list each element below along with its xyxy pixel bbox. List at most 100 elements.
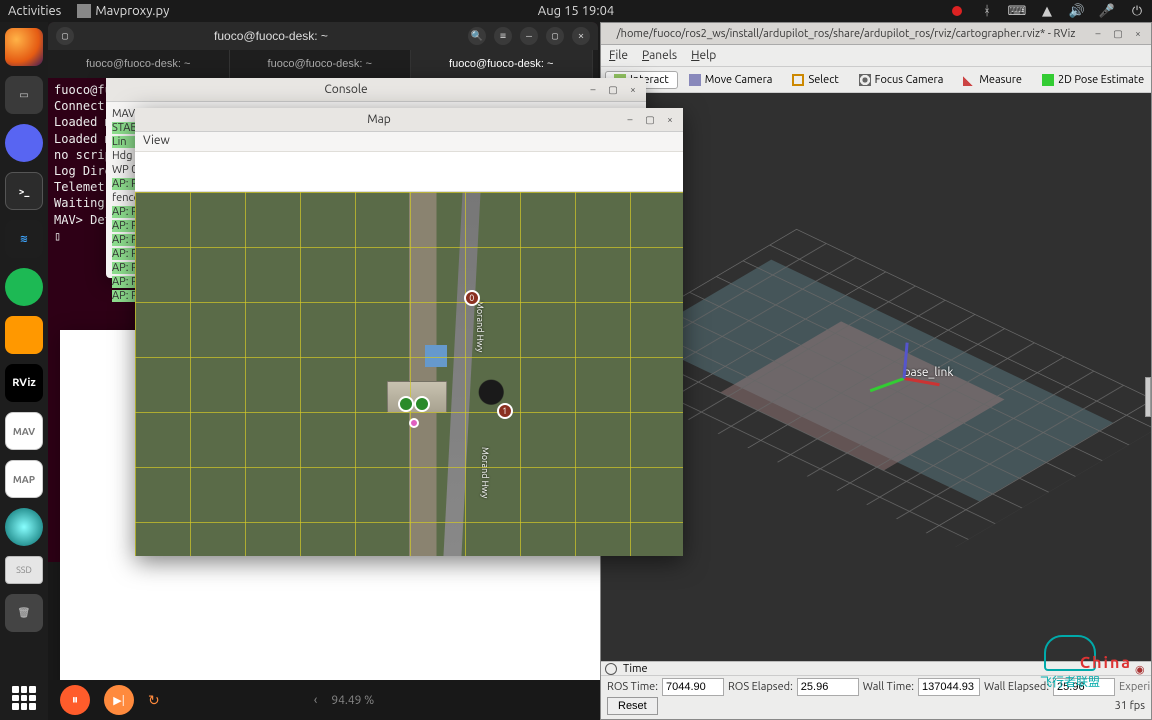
maximize-button[interactable]: ▢: [643, 113, 657, 127]
time-panel-title: Time: [623, 663, 648, 675]
menu-file[interactable]: File: [609, 49, 628, 62]
close-button[interactable]: ×: [626, 83, 640, 97]
dock-spotify[interactable]: [5, 268, 43, 306]
rviz-titlebar[interactable]: /home/fuoco/ros2_ws/install/ardupilot_ro…: [601, 23, 1151, 45]
minimize-button[interactable]: –: [520, 27, 538, 45]
dock-ssd[interactable]: SSD: [5, 556, 43, 584]
map-title: Map: [141, 113, 617, 126]
experimental-label: Experimental: [1119, 681, 1151, 693]
close-button[interactable]: ×: [1131, 27, 1145, 41]
volume-icon[interactable]: 🔊: [1070, 4, 1084, 18]
dock-discord[interactable]: [5, 124, 43, 162]
building: [425, 345, 447, 367]
activities-button[interactable]: Activities: [8, 4, 61, 18]
tool-2d-pose-estimate[interactable]: 2D Pose Estimate: [1033, 71, 1151, 89]
maximize-button[interactable]: ▢: [546, 27, 564, 45]
terminal-tab[interactable]: fuoco@fuoco-desk: ~: [411, 50, 593, 78]
terminal-tab[interactable]: fuoco@fuoco-desk: ~: [230, 50, 412, 78]
bluetooth-icon[interactable]: ᚼ: [980, 4, 994, 18]
reset-button[interactable]: Reset: [607, 697, 658, 715]
clock[interactable]: Aug 15 19:04: [538, 4, 615, 18]
wall-elapsed-label: Wall Elapsed:: [984, 681, 1049, 693]
satellite-imagery: [135, 192, 683, 556]
rviz-title-text: /home/fuoco/ros2_ws/install/ardupilot_ro…: [607, 28, 1085, 40]
menu-view[interactable]: View: [143, 134, 170, 147]
map-titlebar[interactable]: Map – ▢ ×: [135, 108, 683, 132]
new-tab-button[interactable]: ▢: [56, 27, 74, 45]
dock-rviz[interactable]: RViz: [5, 364, 43, 402]
minimize-button[interactable]: –: [586, 83, 600, 97]
network-icon[interactable]: ▲: [1040, 4, 1054, 18]
terminal-tab[interactable]: fuoco@fuoco-desk: ~: [48, 50, 230, 78]
map-canvas[interactable]: Morand Hwy Morand Hwy 01: [135, 192, 683, 556]
menu-panels[interactable]: Panels: [642, 49, 677, 62]
waypoint-marker[interactable]: [409, 418, 419, 428]
close-button[interactable]: ×: [572, 27, 590, 45]
gnome-top-bar: Activities Mavproxy.py Aug 15 19:04 ᚼ ⌨ …: [0, 0, 1152, 22]
wall-elapsed-field[interactable]: [1053, 678, 1115, 696]
console-titlebar[interactable]: Console – ▢ ×: [106, 78, 646, 102]
console-title: Console: [112, 83, 580, 96]
move-camera-icon: [689, 74, 701, 86]
waypoint-marker[interactable]: 0: [464, 290, 480, 306]
menu-help[interactable]: Help: [691, 49, 716, 62]
road-label: Morand Hwy: [480, 447, 490, 498]
rviz-toolbar: Interact Move Camera Select Focus Camera…: [601, 67, 1151, 93]
ros-time-field[interactable]: [662, 678, 724, 696]
current-app[interactable]: Mavproxy.py: [77, 4, 169, 19]
chevron-left-icon[interactable]: ‹: [314, 693, 318, 707]
dock-vscode[interactable]: ≋: [5, 220, 43, 258]
panel-handle[interactable]: [1145, 377, 1151, 417]
mic-icon[interactable]: 🎤: [1100, 4, 1114, 18]
select-icon: [792, 74, 804, 86]
wall-time-field[interactable]: [918, 678, 980, 696]
waypoint-marker[interactable]: 1: [497, 403, 513, 419]
tool-focus-camera[interactable]: Focus Camera: [850, 71, 953, 89]
close-panel-icon[interactable]: ◉: [1135, 663, 1147, 675]
map-window[interactable]: Map – ▢ × View Morand Hwy Morand Hwy 01: [135, 108, 683, 556]
loop-button[interactable]: ↻: [148, 692, 160, 709]
ros-elapsed-label: ROS Elapsed:: [728, 681, 793, 693]
rviz-3d-view[interactable]: base_link: [601, 93, 1151, 661]
dock-mav-map[interactable]: MAP: [5, 460, 43, 498]
terminal-titlebar[interactable]: ▢ fuoco@fuoco-desk: ~ 🔍 ≡ – ▢ ×: [48, 22, 598, 50]
search-icon[interactable]: 🔍: [468, 27, 486, 45]
tool-measure[interactable]: Measure: [954, 71, 1031, 89]
progress-percent: 94.49 %: [331, 694, 374, 707]
ros-elapsed-field[interactable]: [797, 678, 859, 696]
dock-files[interactable]: ▭: [5, 76, 43, 114]
wall-time-label: Wall Time:: [863, 681, 914, 693]
frame-label: base_link: [904, 366, 954, 379]
next-track-button[interactable]: ▶|: [104, 685, 134, 715]
keyboard-layout-icon[interactable]: ⌨: [1010, 4, 1024, 18]
pose-estimate-icon: [1042, 74, 1054, 86]
rviz-menubar: File Panels Help: [601, 45, 1151, 67]
menu-icon[interactable]: ≡: [494, 27, 512, 45]
maximize-button[interactable]: ▢: [1111, 27, 1125, 41]
tool-select[interactable]: Select: [783, 71, 847, 89]
tabs-dropdown[interactable]: ⌄: [593, 50, 599, 78]
show-apps-button[interactable]: [12, 686, 36, 710]
map-menubar: View: [135, 132, 683, 152]
maximize-button[interactable]: ▢: [606, 83, 620, 97]
app-icon: [77, 4, 91, 18]
power-icon[interactable]: ⏻: [1130, 4, 1144, 18]
dock-firefox[interactable]: [5, 28, 43, 66]
dock-mav-console[interactable]: MAV: [5, 412, 43, 450]
waypoint-marker[interactable]: [398, 396, 414, 412]
dock: ▭ >_ ≋ RViz MAV MAP SSD 🗑: [0, 22, 48, 720]
record-indicator-icon[interactable]: [950, 4, 964, 18]
dock-terminal[interactable]: >_: [5, 172, 43, 210]
close-button[interactable]: ×: [663, 113, 677, 127]
terminal-title: fuoco@fuoco-desk: ~: [82, 29, 460, 43]
minimize-button[interactable]: –: [623, 113, 637, 127]
dock-trash[interactable]: 🗑: [5, 594, 43, 632]
play-pause-button[interactable]: ⏸: [60, 685, 90, 715]
clock-icon: [605, 663, 617, 675]
tool-move-camera[interactable]: Move Camera: [680, 71, 782, 89]
dock-color[interactable]: [5, 508, 43, 546]
minimize-button[interactable]: –: [1091, 27, 1105, 41]
dock-sublime[interactable]: [5, 316, 43, 354]
map-toolbar: [135, 152, 683, 192]
measure-icon: [963, 74, 975, 86]
